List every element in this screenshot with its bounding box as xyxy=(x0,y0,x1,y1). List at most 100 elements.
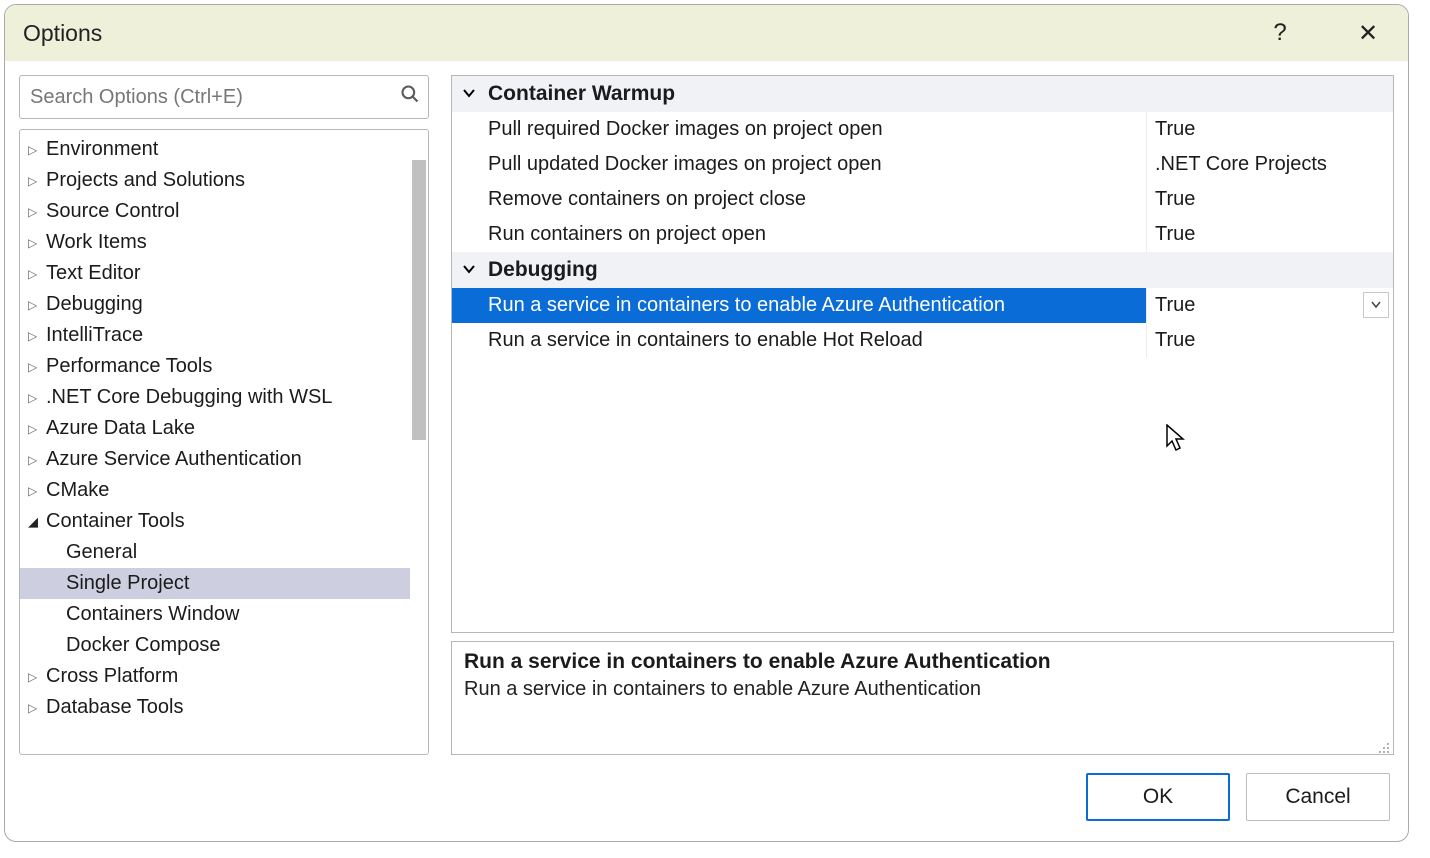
chevron-right-icon: ▷ xyxy=(28,391,46,405)
property-value-text: True xyxy=(1155,118,1195,141)
tree-item-label: .NET Core Debugging with WSL xyxy=(46,386,332,409)
tree-item[interactable]: Docker Compose xyxy=(20,630,428,661)
chevron-down-icon: ◢ xyxy=(28,514,46,530)
chevron-right-icon: ▷ xyxy=(28,453,46,467)
tree-item[interactable]: ▷Projects and Solutions xyxy=(20,165,428,196)
search-icon[interactable] xyxy=(400,84,420,110)
tree-item[interactable]: ▷Azure Data Lake xyxy=(20,413,428,444)
tree-item-label: Debugging xyxy=(46,293,143,316)
tree-item-label: Source Control xyxy=(46,200,179,223)
chevron-right-icon: ▷ xyxy=(28,298,46,312)
chevron-right-icon: ▷ xyxy=(28,143,46,157)
nav-tree: ▷Environment▷Projects and Solutions▷Sour… xyxy=(19,129,429,755)
tree-item[interactable]: ▷Environment xyxy=(20,134,428,165)
description-text: Run a service in containers to enable Az… xyxy=(464,678,1381,701)
ok-button[interactable]: OK xyxy=(1086,773,1230,821)
property-grid: Container Warmup Pull required Docker ima… xyxy=(451,75,1394,633)
options-dialog: Options ? ✕ ▷Environment▷Projects and So… xyxy=(4,4,1409,842)
property-value[interactable]: True xyxy=(1147,112,1393,147)
property-value-text: True xyxy=(1155,188,1195,211)
tree-item-label: IntelliTrace xyxy=(46,324,143,347)
property-value[interactable]: True xyxy=(1147,288,1393,323)
chevron-right-icon: ▷ xyxy=(28,174,46,188)
dropdown-button[interactable] xyxy=(1363,292,1389,318)
chevron-right-icon: ▷ xyxy=(28,360,46,374)
property-value-text: .NET Core Projects xyxy=(1155,153,1327,176)
description-pane: Run a service in containers to enable Az… xyxy=(451,641,1394,755)
cancel-button[interactable]: Cancel xyxy=(1246,773,1390,821)
chevron-right-icon: ▷ xyxy=(28,236,46,250)
property-value-text: True xyxy=(1155,223,1195,246)
close-button[interactable]: ✕ xyxy=(1346,11,1390,55)
tree-item[interactable]: General xyxy=(20,537,428,568)
tree-item-label: CMake xyxy=(46,479,109,502)
category-label: Debugging xyxy=(488,258,598,282)
tree-item-label: Cross Platform xyxy=(46,665,178,688)
chevron-right-icon: ▷ xyxy=(28,422,46,436)
property-value-text: True xyxy=(1155,329,1195,352)
right-pane: Container Warmup Pull required Docker ima… xyxy=(451,75,1394,755)
tree-scrollbar[interactable] xyxy=(410,130,428,754)
tree-item[interactable]: Single Project xyxy=(20,568,428,599)
chevron-down-icon xyxy=(462,262,478,279)
property-row[interactable]: Pull required Docker images on project o… xyxy=(452,112,1393,147)
chevron-right-icon: ▷ xyxy=(28,670,46,684)
chevron-right-icon: ▷ xyxy=(28,484,46,498)
category-label: Container Warmup xyxy=(488,82,675,106)
help-button[interactable]: ? xyxy=(1258,11,1302,55)
tree-item[interactable]: ▷Azure Service Authentication xyxy=(20,444,428,475)
property-value[interactable]: .NET Core Projects xyxy=(1147,147,1393,182)
tree-item-label: Work Items xyxy=(46,231,147,254)
tree-item[interactable]: ▷Text Editor xyxy=(20,258,428,289)
property-category[interactable]: Container Warmup xyxy=(452,76,1393,112)
chevron-right-icon: ▷ xyxy=(28,205,46,219)
tree-item-label: Text Editor xyxy=(46,262,140,285)
tree-item[interactable]: ▷Debugging xyxy=(20,289,428,320)
property-label: Pull required Docker images on project o… xyxy=(452,112,1147,147)
tree-item[interactable]: ▷Source Control xyxy=(20,196,428,227)
tree-item[interactable]: ▷Work Items xyxy=(20,227,428,258)
dialog-footer: OK Cancel xyxy=(5,759,1408,841)
tree-item[interactable]: ◢Container Tools xyxy=(20,506,428,537)
property-row[interactable]: Run a service in containers to enable Ho… xyxy=(452,323,1393,358)
property-label: Run a service in containers to enable Az… xyxy=(452,288,1147,323)
tree-item-label: Docker Compose xyxy=(66,634,221,657)
ok-label: OK xyxy=(1143,785,1173,809)
description-title: Run a service in containers to enable Az… xyxy=(464,650,1381,674)
chevron-right-icon: ▷ xyxy=(28,267,46,281)
tree-item-label: Azure Data Lake xyxy=(46,417,195,440)
property-label: Run containers on project open xyxy=(452,217,1147,252)
window-title: Options xyxy=(23,20,1248,47)
tree-item-label: Performance Tools xyxy=(46,355,212,378)
property-row[interactable]: Pull updated Docker images on project op… xyxy=(452,147,1393,182)
property-value[interactable]: True xyxy=(1147,182,1393,217)
chevron-down-icon xyxy=(462,86,478,103)
tree-item-label: Container Tools xyxy=(46,510,185,533)
chevron-right-icon: ▷ xyxy=(28,701,46,715)
search-input[interactable] xyxy=(30,86,400,109)
property-row[interactable]: Remove containers on project closeTrue xyxy=(452,182,1393,217)
property-row[interactable]: Run a service in containers to enable Az… xyxy=(452,288,1393,323)
tree-item-label: Single Project xyxy=(66,572,189,595)
tree-item[interactable]: ▷Database Tools xyxy=(20,692,428,723)
help-icon: ? xyxy=(1273,19,1286,47)
property-value[interactable]: True xyxy=(1147,323,1393,358)
property-label: Pull updated Docker images on project op… xyxy=(452,147,1147,182)
search-box[interactable] xyxy=(19,75,429,119)
resize-grip-icon[interactable] xyxy=(1377,738,1391,752)
tree-item[interactable]: ▷Cross Platform xyxy=(20,661,428,692)
tree-item[interactable]: Containers Window xyxy=(20,599,428,630)
property-category[interactable]: Debugging xyxy=(452,252,1393,288)
tree-item[interactable]: ▷CMake xyxy=(20,475,428,506)
property-label: Run a service in containers to enable Ho… xyxy=(452,323,1147,358)
close-icon: ✕ xyxy=(1358,19,1378,48)
property-row[interactable]: Run containers on project open True xyxy=(452,217,1393,252)
property-value[interactable]: True xyxy=(1147,217,1393,252)
tree-item[interactable]: ▷IntelliTrace xyxy=(20,320,428,351)
tree-item[interactable]: ▷.NET Core Debugging with WSL xyxy=(20,382,428,413)
left-pane: ▷Environment▷Projects and Solutions▷Sour… xyxy=(19,75,429,755)
chevron-right-icon: ▷ xyxy=(28,329,46,343)
tree-item-label: Database Tools xyxy=(46,696,184,719)
scrollbar-thumb[interactable] xyxy=(412,160,426,440)
tree-item[interactable]: ▷Performance Tools xyxy=(20,351,428,382)
